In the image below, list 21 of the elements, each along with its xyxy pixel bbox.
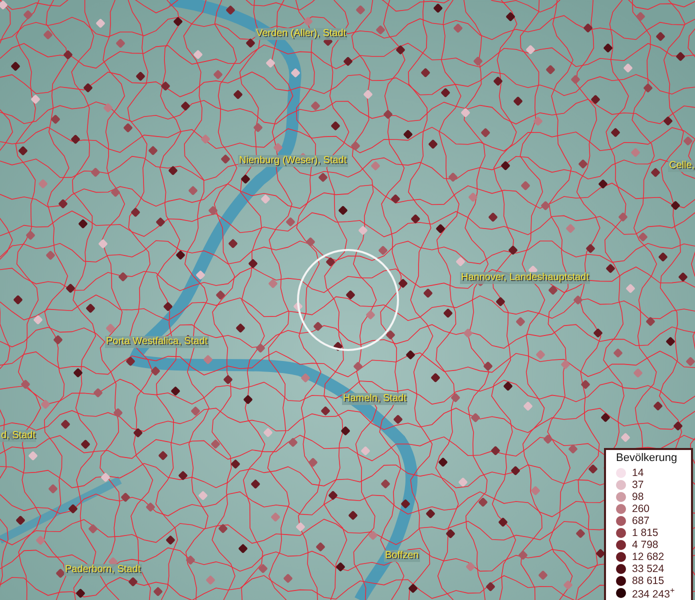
legend-label: 1 815: [632, 527, 658, 539]
legend-label: 14: [632, 467, 644, 479]
place-label: Hameln, Stadt: [342, 393, 408, 405]
legend-label: 260: [632, 503, 650, 515]
place-label: Hannover, Landeshauptstadt: [460, 272, 590, 284]
legend-label: 687: [632, 515, 650, 527]
legend-label: 12 682: [632, 551, 664, 563]
legend-label: 4 798: [632, 539, 658, 551]
place-label: Porta Westfalica, Stadt: [105, 336, 209, 348]
place-label: Nienburg (Weser), Stadt: [238, 155, 348, 167]
legend-label: 33 524: [632, 563, 664, 575]
place-label: Verden (Aller), Stadt: [255, 28, 348, 40]
place-label: Paderborn, Stadt: [64, 564, 142, 576]
place-label: d, Stadt: [0, 430, 36, 442]
place-label: Boffzen: [384, 550, 420, 562]
legend-title: Bevölkerung: [616, 452, 678, 465]
place-label: Celle,: [668, 160, 695, 172]
legend-label: 88 615: [632, 575, 664, 587]
legend-label: 37: [632, 479, 644, 491]
legend-label: 98: [632, 491, 644, 503]
legend-label: 234 243$^{+}$: [632, 586, 675, 600]
